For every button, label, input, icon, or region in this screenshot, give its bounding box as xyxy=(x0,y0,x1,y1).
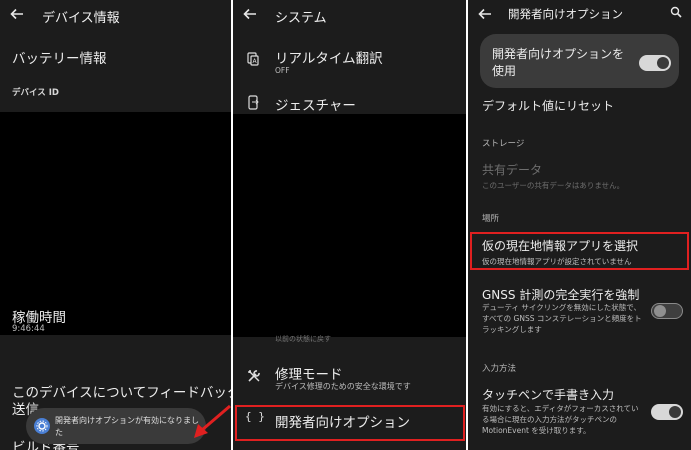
input-method-section-header: 入力方法 xyxy=(482,364,517,374)
stylus-description: 有効にすると、エディタがフォーカスされている場合に現在の入力方法がタッチペンの … xyxy=(482,404,639,435)
search-icon[interactable] xyxy=(670,6,682,18)
gesture-phone-icon xyxy=(248,95,259,110)
translate-icon: A xyxy=(247,52,259,66)
toast-text-line2: た xyxy=(55,428,63,437)
uptime-value: 9:46:44 xyxy=(12,324,45,334)
device-info-screen: デバイス情報 バッテリー情報 デバイス ID 稼働時間 9:46:44 このデバ… xyxy=(0,0,231,450)
top-app-bar: システム xyxy=(233,0,466,30)
partial-item-text: 以前の状態に戻す xyxy=(275,335,331,343)
page-title: デバイス情報 xyxy=(42,11,120,26)
developer-enabled-toast: 開発者向けオプションが有効になりまし た xyxy=(26,408,206,444)
use-dev-options-label: 開発者向けオプションを xyxy=(492,47,625,61)
gnss-title: GNSS 計測の完全実行を強制 xyxy=(482,288,640,302)
highlight-box xyxy=(235,405,465,441)
system-screen: システム A リアルタイム翻訳 OFF ジェスチャー 以前の状態に戻す 修理モー… xyxy=(233,0,466,450)
shared-data-description: このユーザーの共有データはありません。 xyxy=(482,181,625,190)
stylus-title: タッチペンで手書き入力 xyxy=(482,388,615,402)
redacted-area xyxy=(233,114,466,337)
developer-options-screen: 開発者向けオプション 開発者向けオプションを 使用 デフォルト値にリセット スト… xyxy=(468,0,691,450)
location-section-header: 場所 xyxy=(482,214,500,224)
device-id-header: デバイス ID xyxy=(12,88,59,98)
back-arrow-icon[interactable] xyxy=(243,7,257,21)
feedback-item[interactable]: このデバイスについてフィードバックを xyxy=(12,381,231,401)
annotation-arrow-icon xyxy=(194,404,231,438)
shared-data-item: 共有データ xyxy=(482,163,543,177)
battery-info-item[interactable]: バッテリー情報 xyxy=(12,47,107,67)
gnss-toggle[interactable] xyxy=(651,303,683,319)
live-translate-status: OFF xyxy=(275,66,290,75)
top-app-bar: デバイス情報 xyxy=(0,0,231,30)
storage-section-header: ストレージ xyxy=(482,139,525,149)
top-app-bar: 開発者向けオプション xyxy=(468,0,691,30)
live-translate-title: リアルタイム翻訳 xyxy=(275,51,383,67)
redacted-area xyxy=(0,112,231,335)
use-dev-options-label-line2: 使用 xyxy=(492,64,517,78)
toast-text-line1: 開発者向けオプションが有効になりまし xyxy=(55,416,199,425)
page-title: システム xyxy=(275,11,327,26)
repair-mode-description: デバイス修理のための安全な環境です xyxy=(275,382,411,391)
uptime-label: 稼働時間 xyxy=(12,310,66,326)
highlight-box xyxy=(470,232,689,270)
use-dev-options-toggle[interactable] xyxy=(639,55,671,71)
back-arrow-icon[interactable] xyxy=(10,7,24,21)
gnss-description: デューティ サイクリングを無効にした状態で、すべての GNSS コンステレーショ… xyxy=(482,303,642,334)
gestures-title: ジェスチャー xyxy=(275,98,356,114)
page-title: 開発者向けオプション xyxy=(508,7,623,21)
repair-tools-icon xyxy=(248,370,260,382)
use-developer-options-card[interactable]: 開発者向けオプションを 使用 xyxy=(480,34,679,88)
back-arrow-icon[interactable] xyxy=(478,7,492,21)
stylus-toggle[interactable] xyxy=(651,404,683,420)
repair-mode-title: 修理モード xyxy=(275,367,343,383)
settings-gear-icon xyxy=(34,418,50,434)
reset-defaults-item[interactable]: デフォルト値にリセット xyxy=(482,97,614,114)
